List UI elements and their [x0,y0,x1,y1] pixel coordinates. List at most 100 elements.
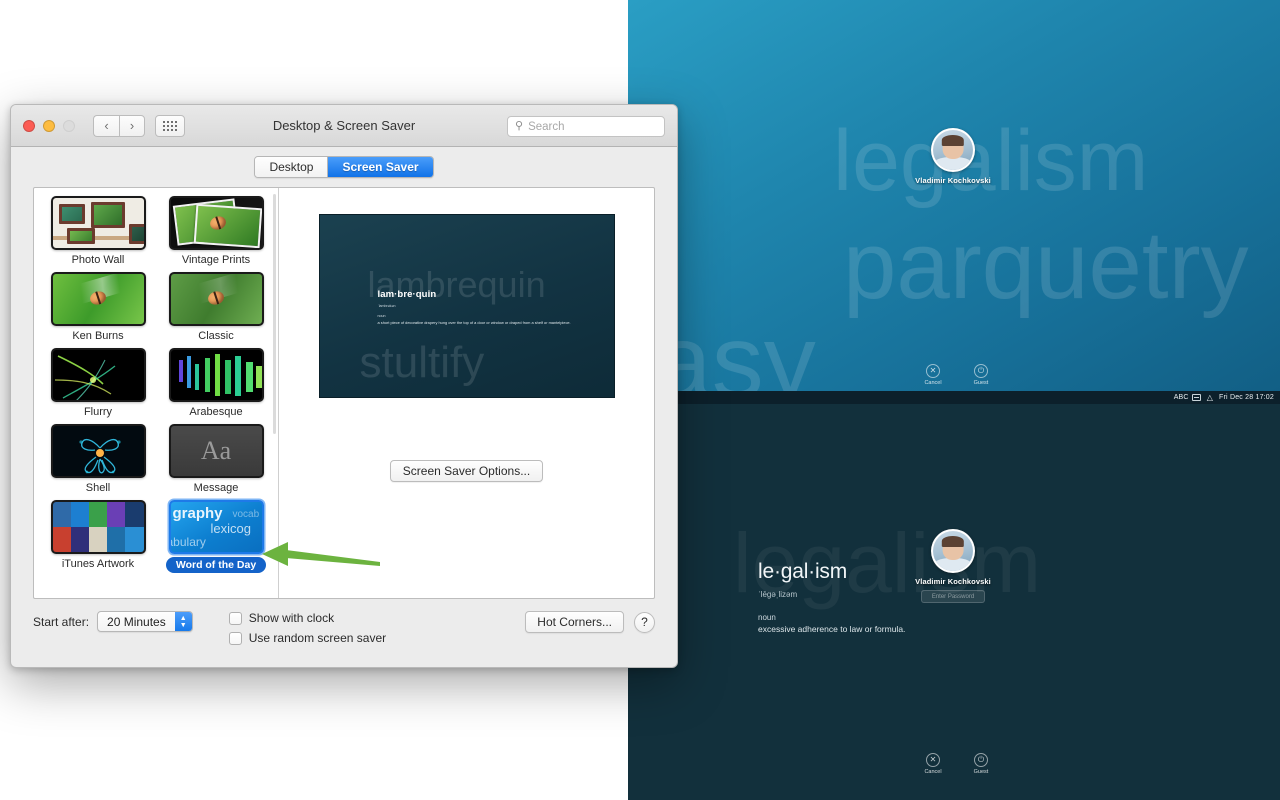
screensaver-item-shell[interactable]: Shell [46,424,150,495]
screensaver-label: Vintage Prints [181,254,251,266]
bottom-right-controls: Hot Corners... ? [525,611,655,633]
thumbnail-message: Aa [168,424,264,478]
minimize-button[interactable] [43,119,55,132]
window-controls [23,119,75,132]
use-random-screen-saver-label: Use random screen saver [248,631,387,645]
guest-label: Guest [973,769,989,775]
user-pod-top[interactable]: Vladimir Kochkovski [883,128,1023,185]
start-after-group: Start after: 20 Minutes ▲ ▼ [33,611,193,632]
thumbnail-word-of-the-day: graphy vocab lexicog abulary [168,500,264,554]
show-all-grid-button[interactable] [155,114,185,137]
screensaver-label: Word of the Day [165,557,267,573]
screensaver-item-message[interactable]: Aa Message [164,424,268,495]
search-box[interactable]: ⚲ [507,116,665,137]
preview-definition-block: lam·bre·quin ˈlambrəkən noun a short pie… [378,289,603,326]
screensaver-item-itunes-artwork[interactable]: iTunes Artwork [46,500,150,573]
preview-word: lam·bre·quin [377,289,437,300]
screen-saver-options-button[interactable]: Screen Saver Options... [389,460,544,482]
screensaver-item-ken-burns[interactable]: Ken Burns [46,272,150,343]
start-after-dropdown[interactable]: 20 Minutes ▲ ▼ [97,611,193,632]
thumb-word-abulary: abulary [168,535,206,549]
screensaver-item-vintage-prints[interactable]: Vintage Prints [164,196,268,267]
hot-corners-button[interactable]: Hot Corners... [525,611,624,633]
back-button[interactable]: ‹ [93,114,119,137]
keyboard-icon [1191,394,1201,401]
cancel-label: Cancel [924,380,942,386]
bottom-controls: Start after: 20 Minutes ▲ ▼ Show with clo… [33,611,655,667]
show-with-clock-checkbox[interactable] [228,611,242,625]
screensaver-label: iTunes Artwork [61,558,135,570]
cancel-button-top[interactable]: ✕ Cancel [918,364,948,386]
thumb-word-graphy: graphy [172,505,223,522]
guest-label: Guest [973,380,989,386]
desktop-screensaver-preferences-window: ‹ › Desktop & Screen Saver ⚲ Desktop Scr… [10,104,678,668]
screensaver-item-arabesque[interactable]: Arabesque [164,348,268,419]
help-button[interactable]: ? [634,611,655,633]
zoom-button[interactable] [63,119,75,132]
start-after-value: 20 Minutes [107,614,166,629]
screensaver-label: Photo Wall [71,254,125,266]
thumbnail-classic [168,272,264,326]
window-titlebar[interactable]: ‹ › Desktop & Screen Saver ⚲ [11,105,677,147]
menubar-input-source[interactable]: ABC [1174,394,1201,401]
tab-desktop[interactable]: Desktop [255,157,328,177]
thumbnail-ken-burns [50,272,146,326]
list-scrollbar[interactable] [273,194,276,434]
user-name-label: Vladimir Kochkovski [915,176,991,185]
content-area: Photo Wall Vintage Prints Ken Burns Clas… [33,187,655,599]
power-icon: ⏻ [974,753,988,767]
screensaver-label: Flurry [83,406,113,418]
screensaver-item-photo-wall[interactable]: Photo Wall [46,196,150,267]
definition-word: le·gal·ism [758,560,848,583]
definition-phonetic: ˈlēgəˌlizəm [758,590,798,599]
preview-pane: lambrequin stultify lam·bre·quin ˈlambrə… [279,188,654,598]
use-random-screen-saver-checkbox[interactable] [228,631,242,645]
cancel-icon: ✕ [926,753,940,767]
arabesque-artwork [178,354,262,396]
close-button[interactable] [23,119,35,132]
guest-button-bottom[interactable]: ⏻ Guest [966,753,996,775]
menu-bar: ABC △ Fri Dec 28 17:02 [628,391,1280,404]
menubar-clock[interactable]: Fri Dec 28 17:02 [1219,394,1274,401]
tab-screen-saver[interactable]: Screen Saver [327,157,433,177]
chevron-updown-icon[interactable]: ▲ ▼ [174,612,192,631]
thumbnail-flurry [50,348,146,402]
preview-phonetic: ˈlambrəkən [377,304,396,308]
power-icon: ⏻ [974,364,988,378]
thumbnail-photo-wall [50,196,146,250]
thumbnail-arabesque [168,348,264,402]
screensaver-label: Message [193,482,239,494]
forward-button[interactable]: › [119,114,145,137]
screensaver-item-classic[interactable]: Classic [164,272,268,343]
search-input[interactable] [528,120,657,133]
cancel-button-bottom[interactable]: ✕ Cancel [918,753,948,775]
checkbox-group: Show with clock Use random screen saver [228,611,387,645]
screensaver-item-word-of-the-day[interactable]: graphy vocab lexicog abulary Word of the… [164,500,268,573]
screensaver-list[interactable]: Photo Wall Vintage Prints Ken Burns Clas… [34,188,279,598]
thumbnail-itunes-artwork [50,500,146,554]
screensaver-label: Arabesque [189,406,243,418]
screensaver-label: Ken Burns [72,330,124,342]
screensaver-label: Classic [198,330,234,342]
message-glyph: Aa [200,436,232,465]
screensaver-preview[interactable]: lambrequin stultify lam·bre·quin ˈlambrə… [318,214,615,398]
green-left-arrow-annotation [262,542,380,566]
tab-bar: Desktop Screen Saver [11,147,677,187]
thumbnail-vintage-prints [168,196,264,250]
cancel-label: Cancel [924,769,942,775]
avatar[interactable] [931,128,975,172]
ghost-word-parquetry: parquetry [843,212,1249,319]
screensaver-item-flurry[interactable]: Flurry [46,348,150,419]
login-definition-block: le·gal·ism ˈlēgəˌlizəm noun excessive ad… [758,560,1018,634]
definition-meaning: excessive adherence to law or formula. [758,624,906,634]
login-actions-top: ✕ Cancel ⏻ Guest [918,364,996,386]
input-source-label: ABC [1173,394,1189,401]
show-with-clock-row[interactable]: Show with clock [228,611,386,625]
search-icon: ⚲ [515,120,524,132]
show-with-clock-label: Show with clock [248,611,335,625]
guest-button-top[interactable]: ⏻ Guest [966,364,996,386]
wifi-icon[interactable]: △ [1207,393,1213,402]
flurry-artwork [54,355,115,400]
use-random-screen-saver-row[interactable]: Use random screen saver [228,631,387,645]
grid-icon [163,120,177,131]
